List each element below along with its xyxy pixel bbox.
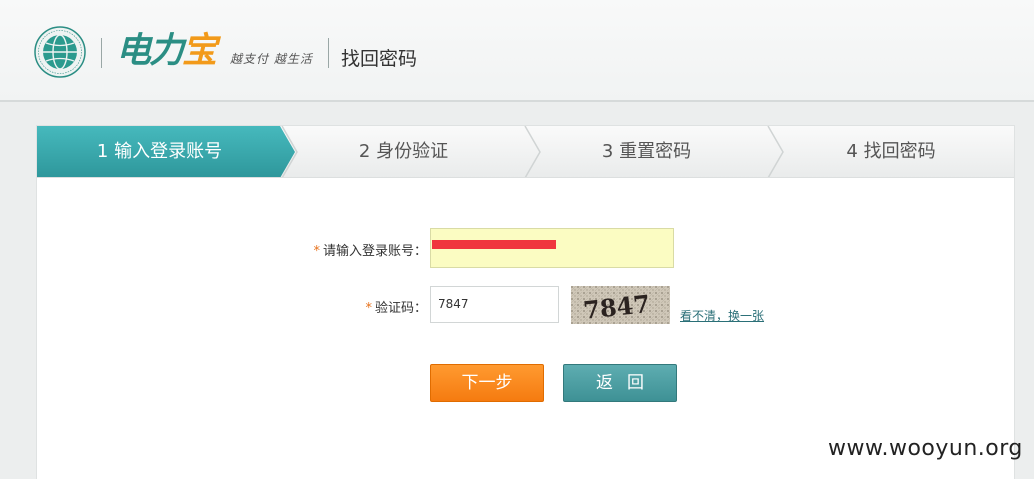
step-1-label: 1 输入登录账号 [96,141,223,162]
captcha-image[interactable]: 7847 [571,286,670,324]
brand-slogan: 越支付 越生活 [230,52,313,66]
brand-text-part2: 宝 [182,31,217,71]
step-4-label: 4 找回密码 [846,141,936,162]
brand-text-part1: 电力 [116,31,184,71]
step-4-retrieve-password: 4 找回密码 [768,126,1014,178]
account-label: * 请输入登录账号： [267,240,427,259]
account-label-text: 请输入登录账号： [322,244,427,259]
page-title: 找回密码 [341,48,418,70]
back-button[interactable]: 返回 [563,364,677,402]
step-1-enter-account: 1 输入登录账号 [37,126,282,178]
redaction-bar [432,240,556,249]
step-2-label: 2 身份验证 [358,141,449,162]
main-panel: 1 输入登录账号 2 身份验证 3 重置密码 4 找回密码 * 请输入登录账号： … [36,125,1015,479]
captcha-text: 7847 [582,289,651,324]
header-divider [101,38,102,68]
watermark-text: www.wooyun.org [828,436,1023,461]
step-progress-bar: 1 输入登录账号 2 身份验证 3 重置密码 4 找回密码 [37,126,1014,178]
top-header: 电力宝 越支付 越生活 找回密码 [0,0,1034,102]
state-grid-globe-icon [34,26,86,78]
brand-logo: 电力宝 [116,30,217,72]
step-3-reset-password: 3 重置密码 [525,126,768,178]
step-2-verify-identity: 2 身份验证 [282,126,525,178]
next-step-button[interactable]: 下一步 [430,364,544,402]
refresh-captcha-link[interactable]: 看不清，换一张 [680,307,764,324]
title-divider [328,38,329,68]
required-marker: * [365,301,372,316]
required-marker: * [313,244,320,259]
captcha-label: * 验证码： [267,297,427,316]
captcha-input[interactable]: 7847 [430,286,559,323]
step-3-label: 3 重置密码 [601,141,692,162]
captcha-label-text: 验证码： [374,301,427,316]
